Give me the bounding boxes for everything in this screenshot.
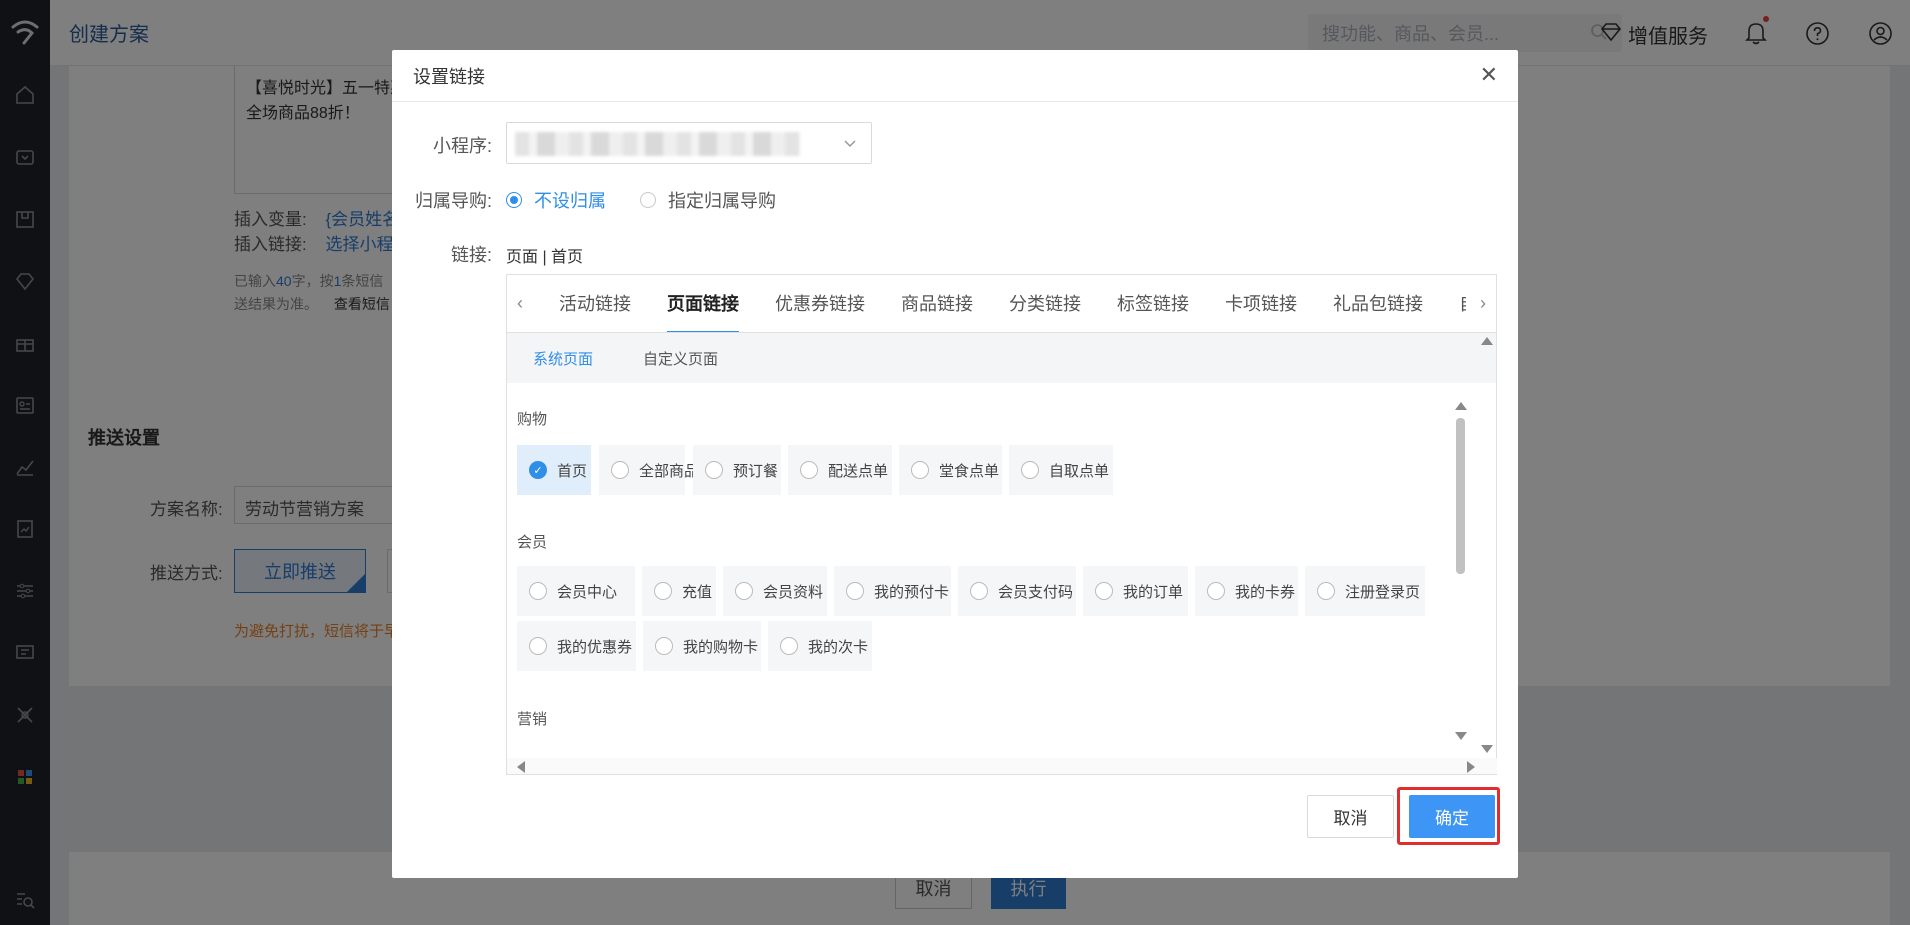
tab-card-link[interactable]: 卡项链接: [1207, 275, 1315, 332]
close-icon[interactable]: ✕: [1480, 64, 1498, 86]
link-value: 页面 | 首页: [506, 249, 584, 266]
link-label: 链接:: [450, 245, 492, 265]
guide-radio-none[interactable]: 不设归属: [506, 187, 606, 213]
guide-radio-specify[interactable]: 指定归属导购: [640, 187, 776, 213]
page-option-register-login[interactable]: 注册登录页: [1305, 566, 1425, 616]
radio-unchecked-icon: [780, 637, 798, 655]
page-option-my-orders[interactable]: 我的订单: [1083, 566, 1188, 616]
radio-unchecked-icon: [1095, 582, 1113, 600]
tab-product-link[interactable]: 商品链接: [883, 275, 991, 332]
page-option-member-pay-code[interactable]: 会员支付码: [958, 566, 1076, 616]
horizontal-scrollbar[interactable]: [507, 758, 1497, 774]
group-title-shopping: 购物: [517, 411, 548, 428]
page-option-my-shopping-card[interactable]: 我的购物卡: [643, 621, 761, 671]
page-option-my-times-card[interactable]: 我的次卡: [768, 621, 872, 671]
radio-checked-icon: [506, 192, 522, 208]
page-option-my-prepaid-card[interactable]: 我的预付卡: [834, 566, 951, 616]
page-option-pickup-order[interactable]: 自取点单: [1009, 445, 1113, 495]
mini-program-label: 小程序:: [432, 136, 492, 156]
radio-unchecked-icon: [640, 192, 656, 208]
link-type-tabs: ‹ 活动链接 页面链接 优惠券链接 商品链接 分类链接 标签链接 卡项链接 礼品…: [507, 275, 1496, 333]
radio-unchecked-icon: [970, 582, 988, 600]
set-link-dialog: 设置链接 ✕ 小程序: 归属导购: 不设归属 指定归属导购 链接: 页面 | 首…: [392, 50, 1518, 878]
scroll-down-arrow-icon[interactable]: [1455, 732, 1467, 740]
group-title-marketing: 营销: [517, 711, 548, 728]
scroll-right-arrow-icon[interactable]: [1467, 761, 1475, 773]
radio-unchecked-icon: [654, 582, 672, 600]
tab-activity-link[interactable]: 活动链接: [541, 275, 649, 332]
page-option-all-products[interactable]: 全部商品: [599, 445, 699, 495]
check-icon: ✓: [529, 461, 547, 479]
chevron-down-icon: [843, 133, 857, 158]
page-option-recharge[interactable]: 充值: [642, 566, 716, 616]
tab-coupon-link[interactable]: 优惠券链接: [757, 275, 883, 332]
radio-unchecked-icon: [611, 461, 629, 479]
chevron-right-icon[interactable]: ›: [1480, 293, 1486, 314]
radio-unchecked-icon: [846, 582, 864, 600]
inner-vertical-scrollbar[interactable]: [1454, 402, 1468, 742]
radio-unchecked-icon: [705, 461, 723, 479]
radio-unchecked-icon: [1317, 582, 1335, 600]
subtab-system-page[interactable]: 系统页面: [533, 348, 593, 369]
link-picker-panel: ‹ 活动链接 页面链接 优惠券链接 商品链接 分类链接 标签链接 卡项链接 礼品…: [506, 274, 1497, 775]
cancel-button[interactable]: 取消: [1307, 795, 1394, 838]
radio-unchecked-icon: [529, 637, 547, 655]
page-option-dine-in-order[interactable]: 堂食点单: [899, 445, 1002, 495]
chevron-left-icon[interactable]: ‹: [517, 293, 523, 314]
scroll-up-arrow-icon[interactable]: [1455, 402, 1467, 410]
group-title-member: 会员: [517, 534, 548, 551]
scroll-left-arrow-icon[interactable]: [517, 761, 525, 773]
scroll-up-arrow-icon[interactable]: [1481, 337, 1493, 345]
page-option-home[interactable]: ✓ 首页: [517, 445, 591, 495]
radio-unchecked-icon: [655, 637, 673, 655]
radio-unchecked-icon: [1021, 461, 1039, 479]
page-option-member-center[interactable]: 会员中心: [517, 566, 635, 616]
guide-radio-group: 不设归属 指定归属导购: [506, 187, 810, 213]
tab-category-link[interactable]: 分类链接: [991, 275, 1099, 332]
scrollbar-thumb[interactable]: [1456, 418, 1465, 574]
confirm-button[interactable]: 确定: [1409, 795, 1495, 838]
mini-program-select[interactable]: [506, 122, 872, 164]
tab-custom-link[interactable]: 自定义: [1441, 275, 1466, 332]
page-option-delivery-order[interactable]: 配送点单: [788, 445, 892, 495]
page-option-my-coupons[interactable]: 我的卡券: [1195, 566, 1298, 616]
mini-program-value-blurred: [515, 132, 800, 156]
radio-unchecked-icon: [911, 461, 929, 479]
page-options-list: 购物 ✓首页 全部商品 预订餐 配送点单 堂食点单 自取点单 会员 会员中心: [507, 384, 1497, 759]
radio-unchecked-icon: [800, 461, 818, 479]
page-option-preorder[interactable]: 预订餐: [693, 445, 781, 495]
radio-unchecked-icon: [735, 582, 753, 600]
tab-tag-link[interactable]: 标签链接: [1099, 275, 1207, 332]
tab-gift-pack-link[interactable]: 礼品包链接: [1315, 275, 1441, 332]
dialog-header: 设置链接 ✕: [392, 50, 1518, 102]
dialog-title: 设置链接: [413, 66, 485, 87]
page-option-my-discount-coupons[interactable]: 我的优惠券: [517, 621, 636, 671]
page-type-subtabs: 系统页面 自定义页面: [507, 333, 1496, 383]
subtab-custom-page[interactable]: 自定义页面: [643, 348, 718, 369]
guide-label: 归属导购:: [414, 191, 492, 211]
radio-unchecked-icon: [529, 582, 547, 600]
tab-page-link[interactable]: 页面链接: [649, 275, 757, 332]
radio-unchecked-icon: [1207, 582, 1225, 600]
page-option-member-profile[interactable]: 会员资料: [723, 566, 827, 616]
